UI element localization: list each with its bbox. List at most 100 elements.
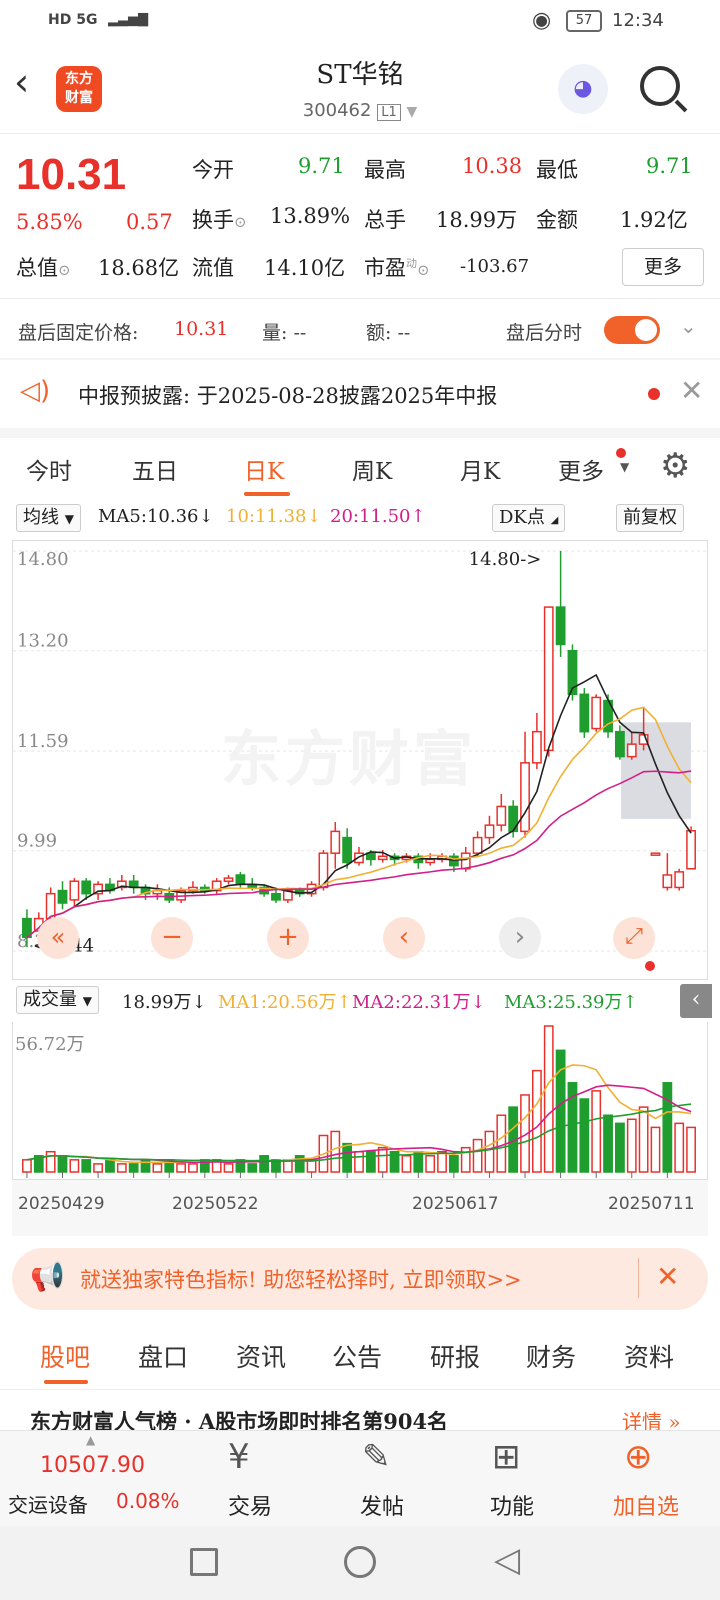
candle-body [496, 805, 507, 826]
ma-legend: 均线 ▼ MA5:10.36↓ 10:11.38↓ 20:11.50↑ DK点 … [0, 502, 720, 538]
volume-bar [626, 1118, 637, 1173]
candle-body [472, 836, 483, 854]
candle-body [235, 874, 246, 886]
volume-bar [247, 1163, 258, 1173]
candle-body [543, 606, 554, 752]
zoom-in-icon[interactable]: + [267, 917, 309, 959]
volume-svg: 56.72万 [15, 1025, 696, 1178]
unread-dot [645, 961, 655, 971]
volume-bar [57, 1155, 68, 1173]
afterhours-toggle-label: 盘后分时 [506, 322, 583, 344]
candle-body [484, 824, 495, 839]
volume-dropdown[interactable]: 成交量 ▼ [16, 986, 99, 1014]
tab-more[interactable]: 更多 [558, 452, 604, 486]
grid-icon[interactable]: ⊞ [492, 1437, 521, 1477]
back-icon[interactable]: ◁ [494, 1540, 520, 1580]
close-icon[interactable]: ✕ [680, 374, 703, 407]
info-tabs: 股吧 盘口 资讯 公告 研报 财务 资料 [0, 1320, 720, 1390]
volume-bar [365, 1150, 376, 1173]
volume-ma2: MA2:22.31万↓ [352, 992, 486, 1013]
collapse-panel-icon[interactable]: ‹ [680, 984, 712, 1018]
afterhours-label: 盘后固定价格: [18, 322, 139, 344]
volume-bar [188, 1163, 198, 1173]
scroll-left-fast-icon[interactable]: « [37, 917, 79, 959]
ma-dropdown[interactable]: 均线 ▼ [16, 504, 81, 532]
tab-monthly-k[interactable]: 月K [460, 452, 500, 486]
float-value: 14.10亿 [264, 256, 346, 280]
candle-body [674, 871, 685, 889]
y-tick-label: 14.80 [17, 549, 69, 570]
add-watchlist-button[interactable]: 加自选 [596, 1489, 696, 1521]
turnover-label[interactable]: 换手⊙ [192, 204, 247, 234]
sector-index-value[interactable]: 10507.90 [40, 1453, 145, 1478]
stock-name: ST华铭 [316, 60, 404, 90]
candle-body [81, 880, 92, 895]
trade-icon[interactable]: ¥ [228, 1437, 250, 1477]
function-button[interactable]: 功能 [462, 1489, 562, 1521]
tab-profile[interactable]: 资料 [624, 1338, 674, 1374]
gear-icon[interactable]: ⚙ [660, 446, 690, 486]
kline-chart[interactable]: 14.8013.2011.599.998.3814.80-><-8.44 东方财… [12, 540, 709, 980]
add-circle-icon[interactable]: ⊕ [624, 1437, 653, 1477]
tab-intraday[interactable]: 今时 [26, 452, 72, 486]
adjust-button[interactable]: 前复权 [616, 504, 684, 532]
tab-news[interactable]: 资讯 [236, 1338, 286, 1374]
volume-chart[interactable]: 56.72万 [12, 1022, 708, 1180]
tab-research[interactable]: 研报 [430, 1338, 480, 1374]
tab-pankou[interactable]: 盘口 [138, 1338, 188, 1374]
low-value: 9.71 [646, 154, 693, 178]
robot-avatar-icon[interactable]: ◕ [558, 64, 608, 114]
chevron-right-icon[interactable]: › [499, 917, 541, 959]
candle-body [342, 836, 353, 864]
ranking-detail-link[interactable]: 详情 » [622, 1406, 681, 1432]
candle-body [591, 696, 602, 730]
notice-bar[interactable]: ◁) 中报预披露: 于2025-08-28披露2025年中报 ✕ [0, 360, 720, 428]
volume-bar [638, 1106, 649, 1173]
tab-weekly-k[interactable]: 周K [352, 452, 392, 486]
candle-body [686, 830, 696, 870]
stock-code[interactable]: 300462 L1 ▼ [0, 100, 720, 121]
high-annotation: 14.80-> [469, 549, 542, 570]
y-tick-label: 13.20 [17, 631, 69, 652]
tab-announcements[interactable]: 公告 [332, 1338, 382, 1374]
pe-label[interactable]: 市盈动⊙ [364, 252, 430, 282]
zoom-out-icon[interactable]: − [151, 917, 193, 959]
notice-text: 中报预披露: 于2025-08-28披露2025年中报 [78, 384, 498, 408]
tab-five-day[interactable]: 五日 [132, 452, 178, 486]
dk-point-button[interactable]: DK点 ◢ [492, 504, 566, 532]
fullscreen-icon[interactable]: ⤢ [613, 917, 655, 959]
trade-button[interactable]: 交易 [200, 1489, 300, 1521]
more-button[interactable]: 更多 [622, 248, 704, 286]
unread-dot [616, 448, 626, 458]
candle-body [460, 852, 471, 870]
tab-guba[interactable]: 股吧 [40, 1338, 90, 1374]
afterhours-volume: 量: -- [262, 322, 307, 344]
home-icon[interactable] [344, 1546, 376, 1578]
volume-bar [377, 1146, 388, 1173]
mcap-label[interactable]: 总值⊙ [16, 252, 71, 282]
afterhours-toggle[interactable] [604, 316, 660, 344]
volume-bar [662, 1082, 673, 1173]
divider [0, 428, 720, 438]
chevron-left-icon[interactable]: ‹ [383, 917, 425, 959]
battery-icon: 57 [566, 10, 602, 32]
tab-finance[interactable]: 财务 [526, 1338, 576, 1374]
mcap-value: 18.68亿 [98, 256, 180, 280]
recent-apps-icon[interactable] [190, 1548, 218, 1576]
volume-bar [81, 1159, 92, 1173]
date-tick: 20250429 [18, 1194, 105, 1214]
chevron-down-icon[interactable]: ⌄ [680, 314, 697, 338]
volume-bar [116, 1163, 127, 1173]
volume-bar [448, 1155, 459, 1173]
promo-banner[interactable]: 📢 就送独家特色指标! 助您轻松择时, 立即领取>> ✕ [12, 1248, 708, 1310]
search-icon[interactable] [640, 66, 680, 106]
unread-dot [648, 388, 660, 400]
close-icon[interactable]: ✕ [656, 1260, 679, 1293]
tab-daily-k[interactable]: 日K [244, 452, 284, 486]
popularity-ranking[interactable]: 东方财富人气榜 · A股市场即时排名第904名 详情 » [0, 1392, 720, 1432]
y-tick-label: 11.59 [17, 731, 69, 752]
post-button[interactable]: 发帖 [332, 1489, 432, 1521]
sector-name[interactable]: 交运设备 [8, 1489, 88, 1518]
volume-bar [603, 1114, 613, 1173]
edit-icon[interactable]: ✎ [362, 1437, 391, 1477]
